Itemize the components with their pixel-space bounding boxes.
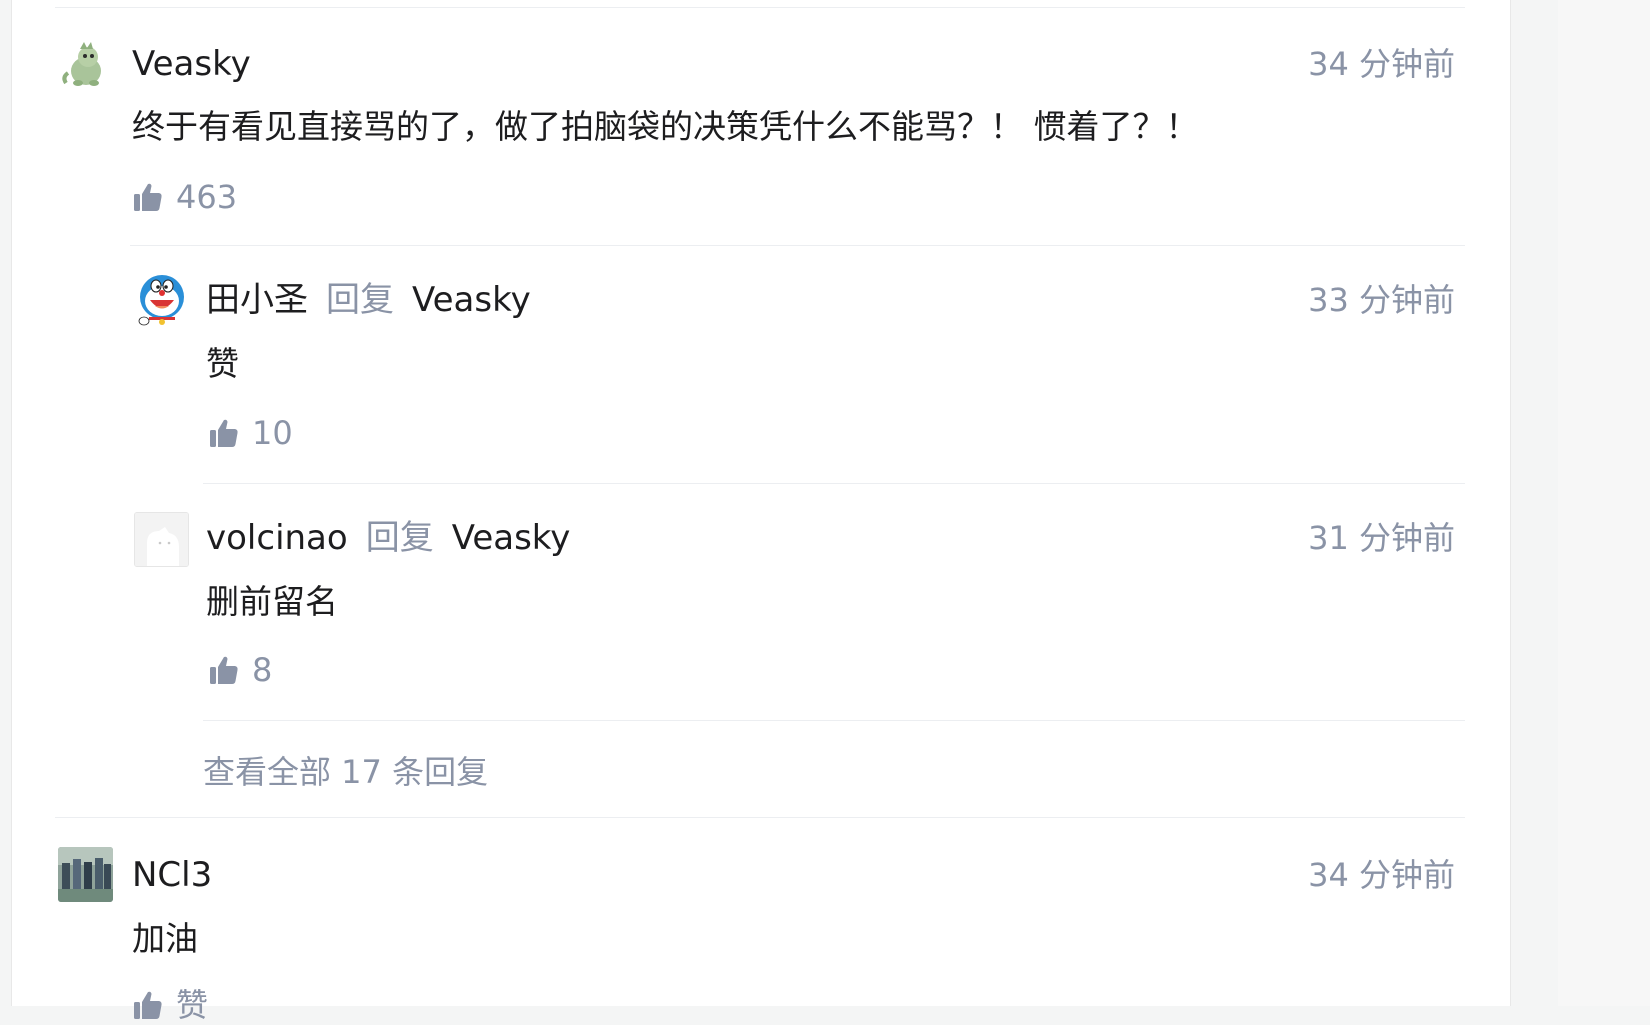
like-button[interactable]: 10 — [208, 413, 293, 453]
reply-author[interactable]: volcinao — [206, 518, 348, 558]
comment-author[interactable]: NCl3 — [132, 855, 212, 895]
comment-text: 终于有看见直接骂的了，做了拍脑袋的决策凭什么不能骂？！ 惯着了？！ — [132, 107, 1199, 146]
reply-time: 31 分钟前 — [1308, 519, 1455, 557]
reply-author[interactable]: 田小圣 — [206, 280, 308, 320]
default-avatar-icon — [135, 513, 188, 566]
view-all-replies-link[interactable]: 查看全部 17 条回复 — [203, 752, 488, 792]
comment-time: 34 分钟前 — [1308, 45, 1455, 83]
like-count: 赞 — [176, 986, 209, 1024]
right-sidebar — [1558, 0, 1650, 1006]
divider — [130, 245, 1465, 246]
thumbs-up-icon — [134, 183, 162, 211]
divider — [55, 817, 1465, 818]
like-count: 10 — [252, 414, 293, 452]
avatar[interactable] — [58, 37, 113, 92]
comment-text: 加油 — [132, 919, 198, 958]
like-button[interactable]: 赞 — [132, 985, 208, 1025]
reply-target[interactable]: Veasky — [452, 518, 571, 558]
avatar[interactable] — [135, 273, 190, 328]
thumbs-up-icon — [210, 656, 238, 684]
dinosaur-avatar-icon — [58, 37, 113, 92]
divider — [55, 7, 1465, 8]
like-count: 463 — [176, 178, 238, 216]
divider — [203, 483, 1465, 484]
like-count: 8 — [252, 651, 273, 689]
like-button[interactable]: 463 — [132, 177, 237, 217]
reply-header: volcinao 回复 Veasky — [206, 518, 570, 558]
thumbs-up-icon — [134, 991, 162, 1019]
avatar[interactable] — [58, 847, 113, 902]
divider — [203, 720, 1465, 721]
reply-text: 删前留名 — [206, 582, 338, 621]
reply-header: 田小圣 回复 Veasky — [206, 280, 531, 320]
thumbs-up-icon — [210, 419, 238, 447]
photo-avatar-icon — [58, 847, 113, 902]
comment-author[interactable]: Veasky — [132, 44, 251, 84]
like-button[interactable]: 8 — [208, 650, 272, 690]
reply-label: 回复 — [326, 280, 394, 320]
doraemon-avatar-icon — [135, 273, 190, 328]
comment-panel — [11, 0, 1511, 1006]
comment-time: 34 分钟前 — [1308, 856, 1455, 894]
avatar[interactable] — [134, 512, 189, 567]
reply-text: 赞 — [206, 344, 239, 383]
reply-target[interactable]: Veasky — [412, 280, 531, 320]
reply-label: 回复 — [365, 518, 434, 558]
reply-time: 33 分钟前 — [1308, 281, 1455, 319]
